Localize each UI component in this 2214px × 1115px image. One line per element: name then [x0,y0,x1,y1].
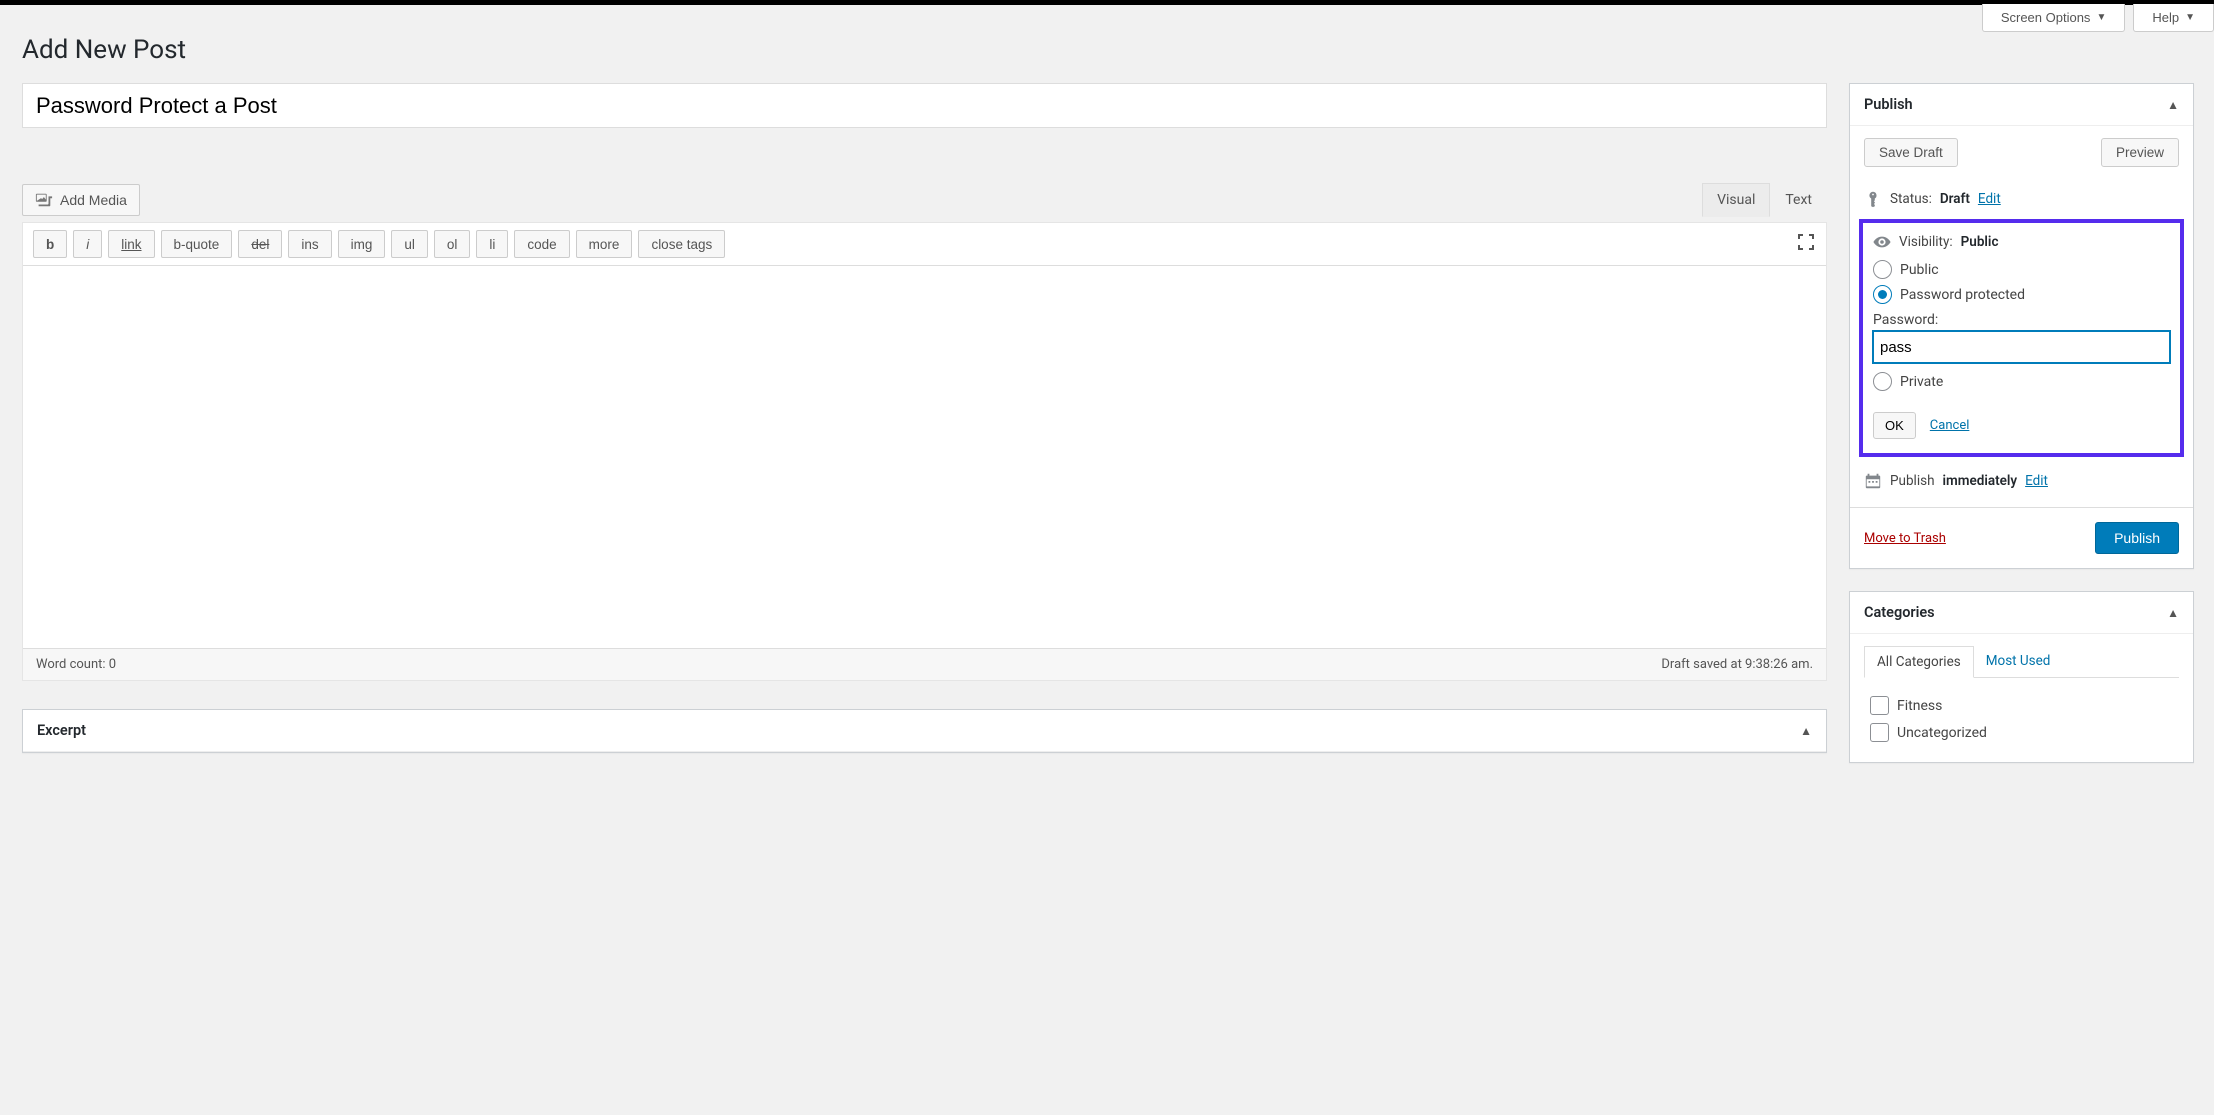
qt-ul[interactable]: ul [391,230,428,258]
qt-italic[interactable]: i [73,230,102,258]
visibility-public-label: Public [1900,262,1939,278]
key-icon [1864,190,1882,208]
tab-all-categories[interactable]: All Categories [1864,646,1974,678]
category-label: Uncategorized [1897,725,1987,741]
visibility-label: Visibility: [1899,234,1953,250]
categories-box-title: Categories [1864,604,1935,621]
qt-bold[interactable]: b [33,230,67,258]
qt-li[interactable]: li [476,230,508,258]
qt-ol[interactable]: ol [434,230,471,258]
caret-down-icon: ▼ [2096,12,2106,23]
visibility-public-radio[interactable] [1873,260,1892,279]
editor-tab-visual[interactable]: Visual [1702,183,1770,217]
editor-tab-text[interactable]: Text [1770,183,1827,217]
editor-box: b i link b-quote del ins img ul ol li co… [22,222,1827,681]
draft-saved-label: Draft saved at 9:38:26 am. [1661,657,1813,672]
excerpt-title: Excerpt [37,722,86,739]
eye-icon [1873,233,1891,251]
visibility-ok-button[interactable]: OK [1873,412,1916,439]
toggle-categories-icon[interactable]: ▲ [2167,606,2179,620]
qt-link[interactable]: link [108,230,154,258]
post-title-input[interactable] [22,83,1827,128]
move-to-trash-link[interactable]: Move to Trash [1864,531,1946,546]
category-checkbox[interactable] [1870,696,1889,715]
save-draft-button[interactable]: Save Draft [1864,138,1958,167]
password-field-label: Password: [1873,307,2170,331]
word-count-label: Word count: 0 [36,657,116,672]
publish-box-title: Publish [1864,96,1913,113]
calendar-icon [1864,472,1882,490]
visibility-password-label: Password protected [1900,287,2025,303]
status-label: Status: [1890,191,1932,207]
preview-button[interactable]: Preview [2101,138,2179,167]
tab-most-used[interactable]: Most Used [1974,646,2063,677]
publish-date-prefix: Publish [1890,473,1935,489]
qt-ins[interactable]: ins [288,230,331,258]
content-textarea[interactable] [23,266,1826,648]
qt-del[interactable]: del [238,230,282,258]
category-label: Fitness [1897,698,1942,714]
media-icon [35,191,53,209]
toggle-publish-icon[interactable]: ▲ [2167,98,2179,112]
edit-status-link[interactable]: Edit [1978,191,2001,207]
add-media-button[interactable]: Add Media [22,184,140,216]
page-title: Add New Post [22,5,2194,83]
qt-close-tags[interactable]: close tags [638,230,725,258]
caret-down-icon: ▼ [2185,12,2195,23]
status-value: Draft [1940,191,1970,207]
visibility-password-radio[interactable] [1873,285,1892,304]
qt-more[interactable]: more [576,230,633,258]
visibility-value: Public [1961,234,1999,250]
visibility-private-radio[interactable] [1873,372,1892,391]
help-label: Help [2152,10,2179,25]
qt-code[interactable]: code [514,230,569,258]
help-button[interactable]: Help ▼ [2133,4,2214,32]
screen-options-button[interactable]: Screen Options ▼ [1982,4,2126,32]
screen-options-label: Screen Options [2001,10,2091,25]
publish-date-value: immediately [1943,473,2018,489]
edit-publish-date-link[interactable]: Edit [2025,473,2048,489]
fullscreen-icon[interactable] [1796,232,1816,256]
add-media-label: Add Media [60,192,127,208]
qt-img[interactable]: img [338,230,386,258]
visibility-private-label: Private [1900,374,1943,390]
qt-bquote[interactable]: b-quote [161,230,233,258]
visibility-cancel-link[interactable]: Cancel [1930,418,1970,433]
post-password-input[interactable] [1873,331,2170,363]
category-checkbox[interactable] [1870,723,1889,742]
publish-button[interactable]: Publish [2095,522,2179,554]
toggle-excerpt-icon[interactable]: ▲ [1800,724,1812,738]
